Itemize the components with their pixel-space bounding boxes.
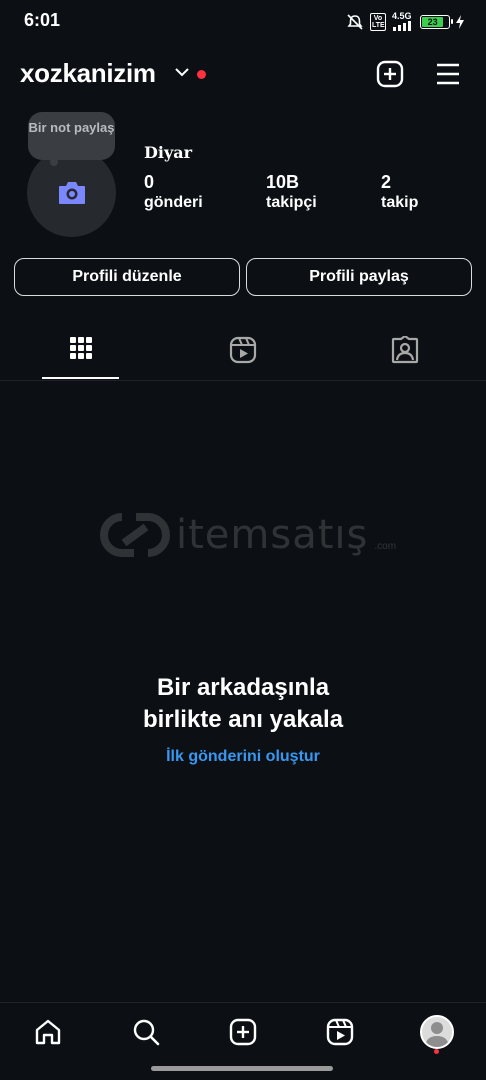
nav-home[interactable] (28, 1012, 68, 1052)
menu-icon (437, 63, 459, 85)
share-profile-button[interactable]: Profili paylaş (246, 258, 472, 296)
camera-icon (58, 181, 85, 204)
profile-avatar (420, 1015, 454, 1049)
stat-label: gönderi (144, 194, 203, 211)
profile-avatar[interactable] (27, 148, 116, 237)
stat-posts[interactable]: 0 gönderi (144, 172, 203, 214)
grid-icon (70, 337, 92, 359)
tab-tagged[interactable] (345, 330, 465, 380)
status-time: 6:01 (24, 10, 61, 30)
stat-following[interactable]: 2 takip (381, 172, 418, 214)
edit-profile-button[interactable]: Profili düzenle (14, 258, 240, 296)
create-icon (229, 1018, 257, 1046)
status-icons: Vo LTE 4.5G 23 (346, 12, 464, 31)
reels-icon (229, 336, 257, 364)
empty-state-title-line2: birlikte anı yakala (142, 706, 344, 733)
search-icon (133, 1019, 160, 1046)
default-avatar-icon (425, 1022, 449, 1047)
plus-square-icon (376, 60, 404, 88)
watermark: itemsatış .com (100, 512, 396, 558)
chevron-down-icon[interactable] (174, 66, 190, 78)
battery-icon: 23 (420, 14, 453, 29)
note-bubble-tail (50, 158, 58, 166)
nav-profile[interactable] (417, 1012, 457, 1052)
bottom-nav-divider (0, 1002, 486, 1003)
nav-search[interactable] (126, 1012, 166, 1052)
home-indicator[interactable] (151, 1066, 333, 1071)
watermark-logo-icon (100, 513, 170, 557)
signal-group: 4.5G (392, 12, 414, 31)
stat-value: 0 (144, 172, 155, 192)
network-type: 4.5G (392, 11, 412, 21)
tagged-icon (391, 336, 419, 364)
profile-notification-dot (434, 1049, 439, 1054)
stat-followers[interactable]: 10B takipçi (266, 172, 317, 214)
active-tab-indicator (42, 377, 119, 379)
menu-button[interactable] (432, 58, 464, 90)
battery-level: 23 (427, 16, 438, 27)
charging-icon (456, 14, 464, 29)
note-bubble[interactable]: Bir not paylaş (28, 112, 115, 160)
mute-icon (347, 13, 363, 30)
stat-label: takipçi (266, 194, 317, 211)
signal-icon (393, 21, 411, 31)
empty-state-title-line1: Bir arkadaşınla (156, 674, 330, 701)
tab-posts-grid[interactable] (21, 330, 141, 380)
stat-value: 2 (381, 172, 392, 192)
tab-reels[interactable] (183, 330, 303, 380)
create-first-post-link[interactable]: İlk gönderini oluştur (0, 748, 486, 766)
stat-label: takip (381, 194, 419, 211)
stat-value: 10B (266, 172, 300, 192)
nav-create[interactable] (223, 1012, 263, 1052)
home-icon (35, 1019, 61, 1045)
watermark-suffix: .com (374, 540, 397, 552)
create-button[interactable] (374, 58, 406, 90)
tab-divider (0, 380, 486, 381)
display-name: Diyar (144, 143, 193, 162)
reels-icon (326, 1018, 354, 1046)
volte-label: Vo LTE (370, 12, 386, 31)
nav-reels[interactable] (320, 1012, 360, 1052)
profile-username[interactable]: xozkanizim (20, 58, 156, 89)
notification-dot (197, 70, 206, 79)
empty-state-title: Bir arkadaşınla birlikte anı yakala (0, 672, 486, 736)
watermark-text: itemsatış (176, 512, 369, 558)
